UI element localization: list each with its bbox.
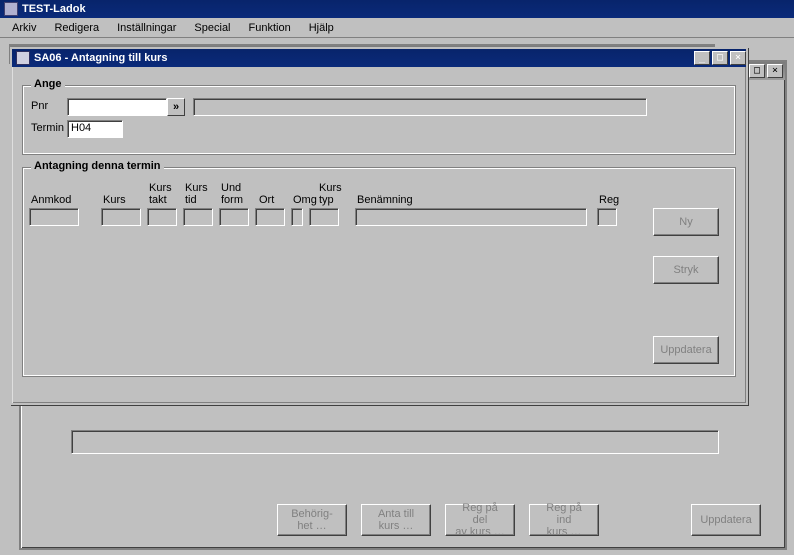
sa06-minimize-button[interactable]: _ [694, 51, 710, 65]
bottom-uppdatera-button[interactable]: Uppdatera [691, 504, 761, 536]
sa06-window-icon [16, 51, 30, 65]
stryk-button[interactable]: Stryk [653, 256, 719, 284]
cell-kurstyp[interactable] [309, 208, 339, 226]
cell-benamning[interactable] [355, 208, 587, 226]
menu-redigera[interactable]: Redigera [46, 20, 107, 36]
regind-line2: kurs … [547, 526, 582, 538]
col-kurstakt-2: takt [149, 194, 167, 206]
sa06-title: SA06 - Antagning till kurs [34, 52, 692, 64]
col-reg: Reg [599, 194, 619, 206]
stryk-label: Stryk [673, 264, 698, 276]
termin-value: H04 [71, 122, 91, 134]
col-kurstid-1: Kurs [185, 182, 208, 194]
ny-label: Ny [679, 216, 692, 228]
ange-groupbox: Ange Pnr » Termin H04 [22, 85, 736, 155]
app-titlebar: TEST-Ladok [0, 0, 794, 18]
sa06-window: SA06 - Antagning till kurs _ □ × Ange Pn… [10, 47, 748, 405]
col-benamning: Benämning [357, 194, 413, 206]
ange-legend: Ange [31, 78, 65, 90]
menu-hjalp[interactable]: Hjälp [301, 20, 342, 36]
pnr-label: Pnr [31, 100, 48, 112]
sa06-close-button[interactable]: × [730, 51, 746, 65]
col-ort: Ort [259, 194, 274, 206]
menu-arkiv[interactable]: Arkiv [4, 20, 44, 36]
cell-reg[interactable] [597, 208, 617, 226]
cell-anmkod[interactable] [29, 208, 79, 226]
col-kurs: Kurs [103, 194, 126, 206]
app-icon [4, 2, 18, 16]
anta-line1: Anta till [378, 508, 414, 520]
behorighet-button-line2: het … [297, 520, 326, 532]
uppdatera-label: Uppdatera [660, 344, 711, 356]
cell-undform[interactable] [219, 208, 249, 226]
pnr-name-display [193, 98, 647, 116]
uppdatera-button[interactable]: Uppdatera [653, 336, 719, 364]
cell-omg[interactable] [291, 208, 303, 226]
pnr-input[interactable] [67, 98, 167, 116]
anta-till-kurs-button[interactable]: Anta till kurs … [361, 504, 431, 536]
cell-ort[interactable] [255, 208, 285, 226]
app-title: TEST-Ladok [22, 3, 86, 15]
col-kurstyp-2: typ [319, 194, 334, 206]
behorighet-button-line1: Behörig- [291, 508, 333, 520]
pnr-lookup-button[interactable]: » [167, 98, 185, 116]
bg-maximize-button[interactable]: □ [749, 64, 765, 78]
regdel-line1: Reg på del [454, 502, 506, 526]
col-omg: Omg [293, 194, 317, 206]
antagning-legend: Antagning denna termin [31, 160, 164, 172]
arrow-icon: » [173, 101, 179, 113]
termin-label: Termin [31, 122, 64, 134]
cell-kurstid[interactable] [183, 208, 213, 226]
menu-special[interactable]: Special [186, 20, 238, 36]
menubar: Arkiv Redigera Inställningar Special Fun… [0, 18, 794, 38]
regdel-line2: av kurs … [455, 526, 505, 538]
menu-installningar[interactable]: Inställningar [109, 20, 184, 36]
status-field [71, 430, 719, 454]
termin-input[interactable]: H04 [67, 120, 123, 138]
reg-pa-del-button[interactable]: Reg på del av kurs … [445, 504, 515, 536]
behorighet-button[interactable]: Behörig- het … [277, 504, 347, 536]
col-undform-2: form [221, 194, 243, 206]
antagning-groupbox: Antagning denna termin Anmkod Kurs Kurs … [22, 167, 736, 377]
col-kurstid-2: tid [185, 194, 197, 206]
cell-kurstakt[interactable] [147, 208, 177, 226]
col-kurstakt-1: Kurs [149, 182, 172, 194]
col-undform-1: Und [221, 182, 241, 194]
reg-pa-ind-button[interactable]: Reg på ind kurs … [529, 504, 599, 536]
bottom-uppdatera-label: Uppdatera [700, 514, 751, 526]
anta-line2: kurs … [379, 520, 414, 532]
sa06-maximize-button[interactable]: □ [712, 51, 728, 65]
bg-close-button[interactable]: × [767, 64, 783, 78]
ny-button[interactable]: Ny [653, 208, 719, 236]
sa06-titlebar: SA06 - Antagning till kurs _ □ × [12, 49, 746, 67]
menu-funktion[interactable]: Funktion [241, 20, 299, 36]
col-kurstyp-1: Kurs [319, 182, 342, 194]
regind-line1: Reg på ind [538, 502, 590, 526]
col-anmkod: Anmkod [31, 194, 71, 206]
cell-kurs[interactable] [101, 208, 141, 226]
